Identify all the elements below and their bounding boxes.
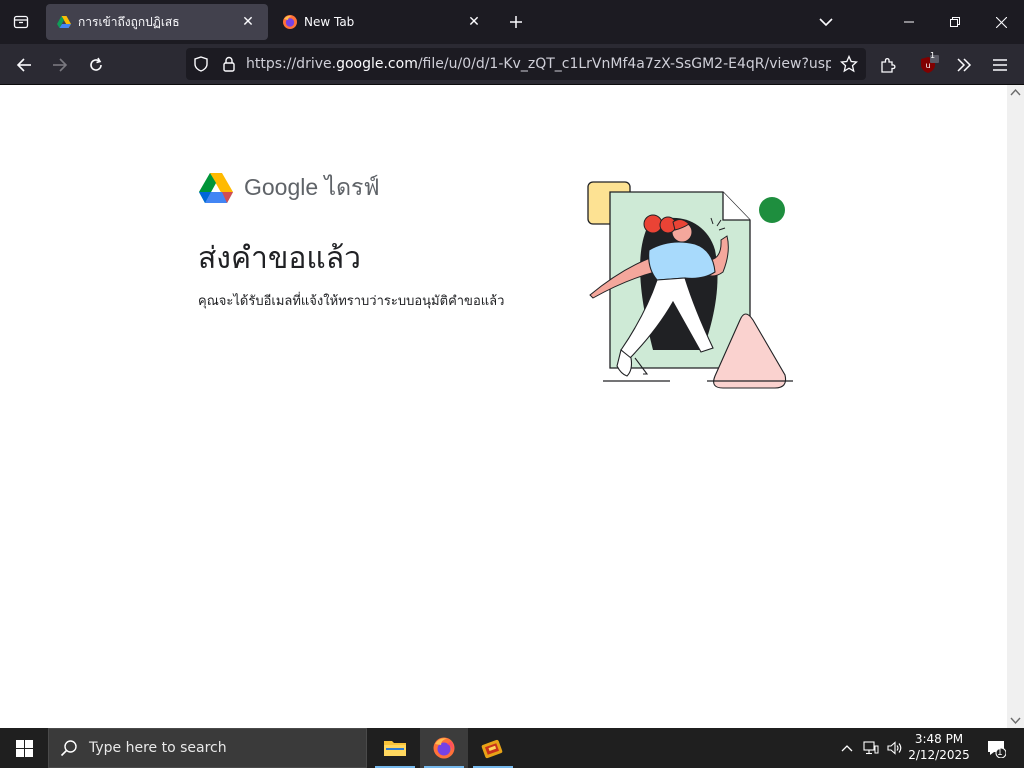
ublock-extension-button[interactable]: u 1: [912, 49, 944, 81]
double-chevron-right-icon: [957, 58, 972, 72]
close-window-button[interactable]: [978, 0, 1024, 44]
taskbar-search-box[interactable]: Type here to search: [48, 728, 367, 768]
notification-icon: [988, 741, 1006, 758]
minimize-icon: [904, 21, 914, 23]
close-icon: [995, 16, 1007, 28]
show-hidden-icons-button[interactable]: [838, 728, 856, 768]
app-icon: [481, 739, 503, 759]
firefox-icon: [433, 737, 455, 759]
tab-title: การเข้าถึงถูกปฏิเสธ: [78, 14, 180, 29]
tab-title: New Tab: [304, 15, 355, 29]
taskbar-app-third[interactable]: [469, 728, 517, 768]
request-sent-illustration: [587, 181, 793, 389]
bookmark-star-icon[interactable]: [840, 55, 858, 73]
taskbar-clock[interactable]: 3:48 PM 2/12/2025: [906, 731, 972, 765]
url-prefix: https://drive.: [246, 56, 337, 72]
taskbar-file-explorer[interactable]: [371, 728, 419, 768]
search-placeholder: Type here to search: [89, 740, 227, 756]
start-button[interactable]: [0, 728, 48, 768]
address-bar[interactable]: https://drive.google.com/file/u/0/d/1-Kv…: [186, 48, 866, 80]
network-icon: [863, 741, 879, 755]
back-arrow-icon: [16, 58, 31, 72]
url-path: /file/u/0/d/1-Kv_zQT_c1LrVnMf4a7zX-SsGM2…: [417, 56, 831, 72]
forward-button[interactable]: [44, 49, 76, 81]
firefox-icon: [282, 14, 298, 30]
list-all-tabs-button[interactable]: [812, 8, 840, 36]
page-description: คุณจะได้รับอีเมลที่แจ้งให้ทราบว่าระบบอนุ…: [198, 294, 505, 309]
forward-arrow-icon: [53, 58, 68, 72]
action-center-button[interactable]: 1: [980, 732, 1012, 764]
page-title: ส่งคำขอแล้ว: [198, 241, 361, 276]
clock-time: 3:48 PM: [914, 732, 964, 746]
firefox-view-button[interactable]: [6, 7, 36, 37]
shield-icon[interactable]: [192, 55, 210, 73]
url-domain: google.com: [336, 56, 418, 72]
windows-taskbar: Type here to search 3:48 PM 2/12/2025 1: [0, 728, 1024, 768]
app-menu-button[interactable]: [984, 49, 1016, 81]
firefox-view-icon: [13, 15, 29, 29]
google-drive-icon: [56, 14, 72, 30]
speaker-icon: [887, 741, 902, 755]
puzzle-icon: [881, 58, 896, 73]
logo-text: Google ไดรฟ์: [244, 174, 380, 200]
windows-logo-icon: [15, 739, 33, 757]
vertical-scrollbar[interactable]: [1007, 85, 1024, 728]
google-drive-logo: Google ไดรฟ์: [199, 170, 380, 206]
volume-button[interactable]: [884, 728, 906, 768]
chevron-up-icon: [841, 745, 853, 752]
overflow-menu-button[interactable]: [948, 49, 980, 81]
ublock-icon: u: [921, 55, 939, 73]
notification-count: 1: [997, 748, 1003, 758]
clock-date: 2/12/2025: [908, 748, 970, 762]
tab-active[interactable]: การเข้าถึงถูกปฏิเสธ ✕: [46, 4, 268, 40]
lock-icon[interactable]: [220, 55, 238, 73]
scroll-up-icon[interactable]: [1010, 87, 1021, 98]
restore-button[interactable]: [932, 0, 978, 44]
close-tab-icon[interactable]: ✕: [238, 12, 258, 32]
folder-icon: [384, 741, 406, 756]
reload-button[interactable]: [80, 49, 112, 81]
extensions-button[interactable]: [872, 49, 904, 81]
scroll-down-icon[interactable]: [1010, 715, 1021, 726]
minimize-button[interactable]: [886, 0, 932, 44]
new-tab-button[interactable]: [502, 8, 530, 36]
tab-strip: การเข้าถึงถูกปฏิเสธ ✕ New Tab ✕: [0, 0, 1024, 44]
hamburger-menu-icon: [993, 59, 1007, 71]
back-button[interactable]: [8, 49, 40, 81]
chevron-down-icon: [819, 18, 833, 27]
reload-icon: [90, 57, 102, 71]
close-tab-icon[interactable]: ✕: [464, 12, 484, 32]
google-drive-icon: [199, 173, 233, 203]
search-icon: [49, 739, 89, 757]
tab-new-tab[interactable]: New Tab ✕: [272, 4, 494, 40]
browser-window: การเข้าถึงถูกปฏิเสธ ✕ New Tab ✕ https://…: [0, 0, 1024, 768]
network-icon-button[interactable]: [860, 728, 882, 768]
page-content: Google ไดรฟ์ ส่งคำขอแล้ว คุณจะได้รับอีเม…: [0, 85, 1007, 728]
extension-badge: 1: [930, 51, 936, 60]
url-text[interactable]: https://drive.google.com/file/u/0/d/1-Kv…: [246, 48, 831, 80]
taskbar-firefox[interactable]: [420, 728, 468, 768]
plus-icon: [510, 16, 522, 28]
svg-text:u: u: [925, 61, 930, 70]
navigation-toolbar: https://drive.google.com/file/u/0/d/1-Kv…: [0, 44, 1024, 85]
restore-icon: [950, 17, 960, 27]
